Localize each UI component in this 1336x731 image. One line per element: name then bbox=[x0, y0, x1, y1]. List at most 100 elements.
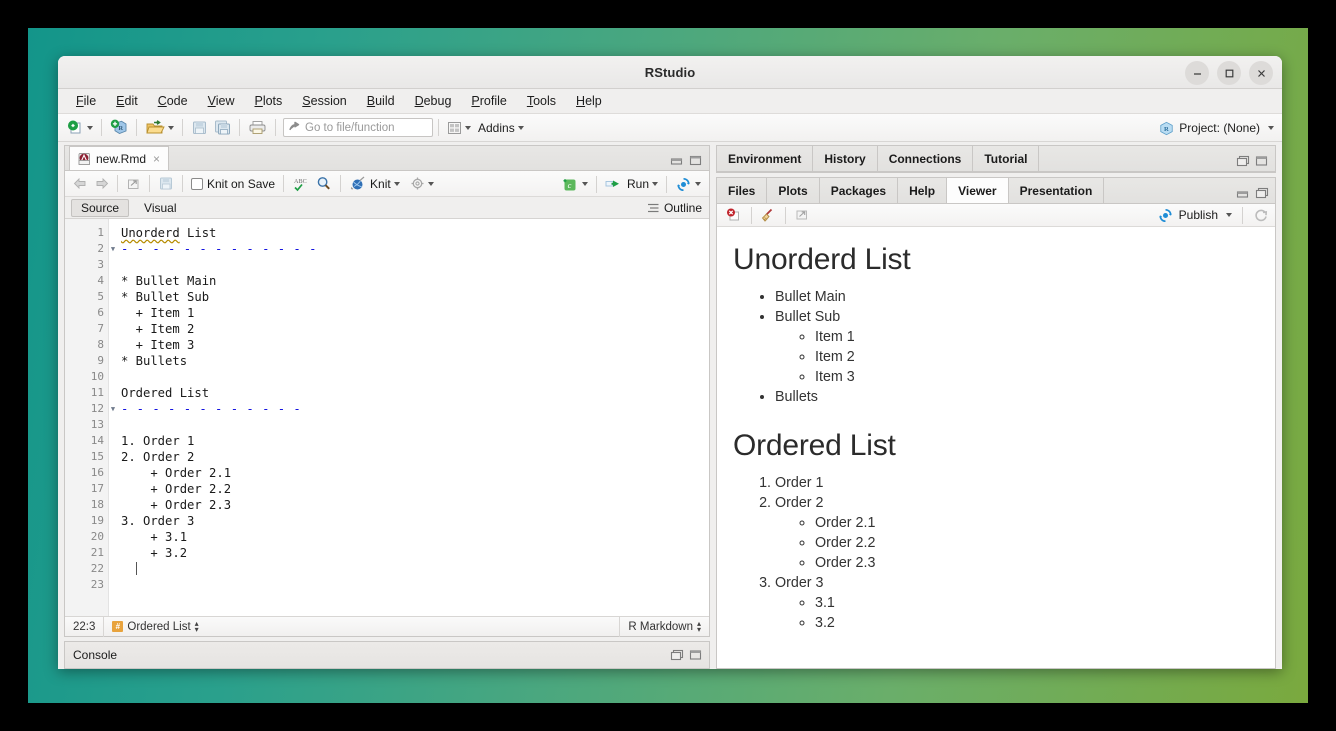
menu-tools[interactable]: Tools bbox=[517, 92, 566, 110]
tab-plots[interactable]: Plots bbox=[767, 178, 820, 203]
menu-view[interactable]: View bbox=[198, 92, 245, 110]
minimize-icon[interactable] bbox=[1185, 61, 1209, 85]
tab-packages[interactable]: Packages bbox=[820, 178, 899, 203]
tab-tutorial[interactable]: Tutorial bbox=[973, 146, 1040, 171]
code-line[interactable] bbox=[121, 257, 709, 273]
code-line[interactable] bbox=[121, 369, 709, 385]
code-line[interactable]: 2. Order 2 bbox=[121, 449, 709, 465]
open-file-caret-icon[interactable] bbox=[168, 125, 174, 130]
pane-layout-button[interactable] bbox=[444, 120, 474, 136]
new-project-button[interactable]: R bbox=[107, 118, 131, 137]
publish-caret-icon[interactable] bbox=[1226, 213, 1232, 217]
code-line[interactable]: 3. Order 3 bbox=[121, 513, 709, 529]
code-line[interactable] bbox=[121, 577, 709, 593]
tab-viewer[interactable]: Viewer bbox=[947, 178, 1009, 203]
tab-connections[interactable]: Connections bbox=[878, 146, 974, 171]
code-line[interactable] bbox=[121, 561, 709, 577]
menu-build[interactable]: Build bbox=[357, 92, 405, 110]
new-file-button[interactable] bbox=[64, 118, 96, 137]
menu-help[interactable]: Help bbox=[566, 92, 612, 110]
code-line[interactable]: + Item 3 bbox=[121, 337, 709, 353]
menu-file[interactable]: FFileile bbox=[66, 92, 106, 110]
knit-button[interactable]: Knit bbox=[346, 175, 403, 193]
tab-environment[interactable]: Environment bbox=[717, 146, 814, 171]
save-all-button[interactable] bbox=[211, 118, 234, 137]
run-caret-icon[interactable] bbox=[652, 182, 658, 186]
knit-on-save-check-box-icon[interactable] bbox=[191, 177, 203, 190]
tab-files[interactable]: Files bbox=[717, 178, 768, 203]
knit-caret-icon[interactable] bbox=[393, 181, 400, 186]
insert-chunk-button[interactable]: c bbox=[558, 175, 591, 194]
project-selector[interactable]: R Project: (None) bbox=[1159, 114, 1274, 142]
addins-caret-icon[interactable] bbox=[517, 125, 524, 130]
goto-file-placeholder: Go to file/function bbox=[305, 121, 395, 134]
code-line[interactable]: + 3.2 bbox=[121, 545, 709, 561]
scope-selector[interactable]: # Ordered List ▴ ▾ bbox=[104, 617, 206, 637]
menu-debug[interactable]: Debug bbox=[405, 92, 462, 110]
menu-profile[interactable]: Profile bbox=[461, 92, 516, 110]
code-line[interactable]: + Order 2.3 bbox=[121, 497, 709, 513]
close-icon[interactable] bbox=[1249, 61, 1273, 85]
project-caret-icon[interactable] bbox=[1268, 126, 1274, 130]
find-replace-button[interactable] bbox=[313, 175, 335, 192]
spellcheck-button[interactable]: ABC bbox=[289, 175, 313, 193]
addins-label[interactable]: Addins bbox=[478, 121, 515, 135]
code-line[interactable]: * Bullet Main bbox=[121, 273, 709, 289]
tab-new-rmd[interactable]: new.Rmd × bbox=[69, 146, 170, 170]
publish-control[interactable]: Publish bbox=[1157, 206, 1269, 224]
gutter-line-number: 18 bbox=[90, 498, 104, 511]
menu-plots[interactable]: Plots bbox=[244, 92, 292, 110]
tab-presentation[interactable]: Presentation bbox=[1009, 178, 1105, 203]
code-line[interactable]: Ordered List bbox=[121, 385, 709, 401]
insert-chunk-caret-icon[interactable] bbox=[581, 182, 588, 186]
knit-on-save-checkbox[interactable]: Knit on Save bbox=[188, 176, 278, 192]
tab-help[interactable]: Help bbox=[898, 178, 948, 203]
mode-visual-button[interactable]: Visual bbox=[135, 200, 185, 216]
code-line[interactable]: - - - - - - - - - - - - - bbox=[121, 241, 709, 257]
maximize-icon[interactable] bbox=[1217, 61, 1241, 85]
code-line[interactable]: * Bullets bbox=[121, 353, 709, 369]
back-button[interactable] bbox=[70, 176, 91, 191]
code-line[interactable]: - - - - - - - - - - - - bbox=[121, 401, 709, 417]
knit-options-button[interactable] bbox=[407, 175, 437, 192]
open-file-button[interactable] bbox=[142, 118, 177, 137]
pane-layout-caret-icon[interactable] bbox=[465, 125, 471, 130]
code-line[interactable]: + Item 1 bbox=[121, 305, 709, 321]
print-button[interactable] bbox=[245, 118, 270, 137]
menu-code[interactable]: Code bbox=[148, 92, 198, 110]
menu-session[interactable]: Session bbox=[292, 92, 356, 110]
code-line[interactable] bbox=[121, 417, 709, 433]
code-line[interactable]: + Order 2.2 bbox=[121, 481, 709, 497]
rerun-chunks-button[interactable] bbox=[672, 176, 704, 193]
tab-history[interactable]: History bbox=[813, 146, 878, 171]
code-line[interactable]: Unorderd List bbox=[121, 225, 709, 241]
editor-code-area[interactable]: Unorderd List - - - - - - - - - - - - - * … bbox=[109, 219, 709, 616]
menu-edit[interactable]: Edit bbox=[106, 92, 148, 110]
popout-source-button[interactable] bbox=[123, 176, 144, 192]
code-line[interactable]: + Item 2 bbox=[121, 321, 709, 337]
scope-updown-icon[interactable]: ▴ ▾ bbox=[195, 619, 199, 634]
forward-button[interactable] bbox=[91, 176, 112, 191]
code-line[interactable]: * Bullet Sub bbox=[121, 289, 709, 305]
rerun-caret-icon[interactable] bbox=[695, 182, 701, 186]
stop-button[interactable] bbox=[723, 207, 746, 224]
code-line[interactable]: 1. Order 1 bbox=[121, 433, 709, 449]
knit-options-caret-icon[interactable] bbox=[427, 181, 434, 186]
run-label: Run bbox=[626, 177, 649, 191]
outline-toggle[interactable]: Outline bbox=[647, 201, 702, 215]
new-file-caret-icon[interactable] bbox=[87, 125, 93, 130]
file-type-selector[interactable]: R Markdown ▴ ▾ bbox=[620, 617, 709, 637]
clear-viewer-button[interactable] bbox=[757, 207, 780, 224]
code-editor[interactable]: 1 2 ▼ 3 4 5 6 7 8 9 10 11 12 ▼ 13 14 15 16 17 18 19 20 21 22 23 … bbox=[65, 219, 709, 616]
file-type-updown-icon[interactable]: ▴ ▾ bbox=[697, 619, 701, 634]
tab-close-icon[interactable]: × bbox=[153, 152, 160, 166]
mode-source-button[interactable]: Source bbox=[71, 198, 130, 217]
save-button[interactable] bbox=[188, 118, 211, 137]
code-line[interactable]: + Order 2.1 bbox=[121, 465, 709, 481]
goto-file-function-input[interactable]: Go to file/function bbox=[283, 118, 433, 137]
editor-save-button[interactable] bbox=[155, 175, 177, 192]
code-line[interactable]: + 3.1 bbox=[121, 529, 709, 545]
console-pane[interactable]: Console bbox=[64, 641, 710, 669]
run-button[interactable]: Run bbox=[602, 176, 661, 192]
popout-viewer-button[interactable] bbox=[791, 207, 813, 223]
